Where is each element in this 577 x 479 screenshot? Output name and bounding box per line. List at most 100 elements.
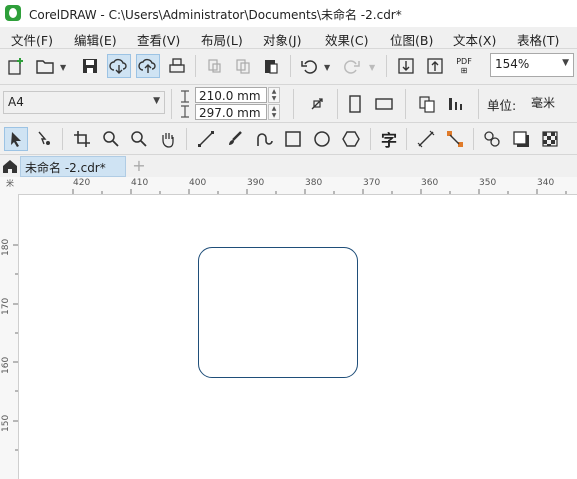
tab-document[interactable]: 未命名 -2.cdr* bbox=[20, 156, 126, 177]
publish-pdf-icon[interactable]: PDF ⊞ bbox=[452, 54, 476, 78]
menu-layout[interactable]: 布局(L) bbox=[201, 30, 243, 49]
menu-view[interactable]: 查看(V) bbox=[137, 30, 180, 49]
pdf-label: PDF bbox=[456, 57, 472, 66]
separator bbox=[290, 55, 291, 77]
property-bar: A4 ▼ 210.0 mm ▲ ▼ 297.0 mm ▲ ▼ 单位: 毫米 bbox=[0, 85, 577, 123]
redo-icon[interactable] bbox=[340, 54, 364, 78]
cut-icon[interactable] bbox=[203, 54, 227, 78]
separator bbox=[293, 89, 294, 119]
undo-icon[interactable] bbox=[297, 54, 321, 78]
zoom-level: 154% bbox=[495, 57, 530, 71]
home-icon[interactable] bbox=[2, 158, 18, 174]
menu-text[interactable]: 文本(X) bbox=[453, 30, 496, 49]
ellipse-tool-icon[interactable] bbox=[310, 127, 334, 151]
title-bar: CorelDRAW - C:\Users\Administrator\Docum… bbox=[0, 0, 577, 27]
polygon-tool-icon[interactable] bbox=[339, 127, 363, 151]
freehand-tool-icon[interactable] bbox=[194, 127, 218, 151]
menu-bitmaps[interactable]: 位图(B) bbox=[390, 30, 433, 49]
menu-edit[interactable]: 编辑(E) bbox=[74, 30, 117, 49]
menu-table[interactable]: 表格(T) bbox=[517, 30, 559, 49]
page-size-value: A4 bbox=[8, 95, 24, 109]
pen-tool-icon[interactable] bbox=[252, 127, 276, 151]
horizontal-ruler[interactable]: 米 420 410 400 390 380 370 360 350 340 bbox=[0, 177, 577, 195]
height-spinner[interactable]: ▲ ▼ bbox=[268, 104, 280, 120]
separator bbox=[337, 89, 338, 119]
transparency-tool-icon[interactable] bbox=[538, 127, 562, 151]
ruler-corner-label: 米 bbox=[6, 179, 14, 188]
ruler-label: 410 bbox=[131, 178, 149, 188]
open-dropdown-icon[interactable]: ▼ bbox=[60, 63, 66, 72]
page-height-field[interactable]: 297.0 mm bbox=[195, 104, 267, 120]
menu-effects[interactable]: 效果(C) bbox=[325, 30, 368, 49]
menu-bar: 文件(F) 编辑(E) 查看(V) 布局(L) 对象(J) 效果(C) 位图(B… bbox=[0, 27, 577, 49]
chevron-down-icon[interactable]: ▼ bbox=[153, 96, 160, 106]
page-width-value: 210.0 mm bbox=[199, 89, 261, 103]
all-pages-icon[interactable] bbox=[415, 92, 439, 116]
landscape-icon[interactable] bbox=[372, 92, 396, 116]
ruler-label: 340 bbox=[537, 178, 555, 188]
separator bbox=[386, 55, 387, 77]
pan-tool-icon[interactable] bbox=[156, 127, 180, 151]
chevron-down-icon[interactable]: ▼ bbox=[562, 58, 569, 68]
connector-tool-icon[interactable] bbox=[443, 127, 467, 151]
drop-shadow-icon[interactable] bbox=[509, 127, 533, 151]
vertical-ruler[interactable]: 180 170 160 150 bbox=[0, 194, 19, 479]
units-value: 毫米 bbox=[531, 96, 556, 110]
shape-tool-icon[interactable] bbox=[32, 127, 56, 151]
coreldraw-logo-icon bbox=[5, 5, 21, 21]
ruler-label: 390 bbox=[247, 178, 265, 188]
separator bbox=[186, 128, 187, 150]
separator bbox=[195, 55, 196, 77]
rounded-rectangle-shape[interactable] bbox=[198, 247, 358, 378]
units-select[interactable]: 毫米 bbox=[527, 91, 577, 114]
menu-file[interactable]: 文件(F) bbox=[11, 30, 53, 49]
zoom-tool-icon[interactable] bbox=[99, 127, 123, 151]
document-tab-bar: 未命名 -2.cdr* + bbox=[0, 155, 577, 177]
print-icon[interactable] bbox=[165, 54, 189, 78]
zoom-combo[interactable]: 154% ▼ bbox=[490, 53, 574, 77]
ruler-label: 370 bbox=[363, 178, 381, 188]
copy-icon[interactable] bbox=[231, 54, 255, 78]
ruler-label: 380 bbox=[305, 178, 323, 188]
export-icon[interactable] bbox=[423, 54, 447, 78]
separator bbox=[405, 89, 406, 119]
import-icon[interactable] bbox=[394, 54, 418, 78]
new-document-icon[interactable] bbox=[4, 54, 28, 78]
separator bbox=[171, 89, 172, 119]
window-title: CorelDRAW - C:\Users\Administrator\Docum… bbox=[29, 8, 402, 22]
page-size-select[interactable]: A4 ▼ bbox=[3, 91, 165, 114]
zoom-out-icon[interactable] bbox=[127, 127, 151, 151]
menu-object[interactable]: 对象(J) bbox=[263, 30, 301, 49]
ruler-label: 350 bbox=[479, 178, 497, 188]
pick-tool-icon[interactable] bbox=[4, 127, 28, 151]
ruler-label: 160 bbox=[1, 356, 11, 374]
width-spinner[interactable]: ▲ ▼ bbox=[268, 87, 280, 103]
cloud-upload-icon[interactable] bbox=[136, 54, 160, 78]
open-folder-icon[interactable] bbox=[33, 54, 57, 78]
portrait-icon[interactable] bbox=[343, 92, 367, 116]
standard-toolbar: ▼ ▼ ▼ PDF ⊞ 154% ▼ bbox=[0, 49, 577, 85]
undo-dropdown-icon[interactable]: ▼ bbox=[324, 63, 330, 72]
cloud-download-icon[interactable] bbox=[107, 54, 131, 78]
separator bbox=[406, 128, 407, 150]
size-to-page-icon[interactable] bbox=[305, 92, 329, 116]
separator bbox=[473, 128, 474, 150]
current-page-icon[interactable] bbox=[444, 92, 468, 116]
page-width-field[interactable]: 210.0 mm bbox=[195, 87, 267, 103]
tab-document-label: 未命名 -2.cdr* bbox=[25, 161, 106, 175]
crop-tool-icon[interactable] bbox=[70, 127, 94, 151]
separator bbox=[478, 89, 479, 119]
rectangle-tool-icon[interactable] bbox=[281, 127, 305, 151]
add-tab-button[interactable]: + bbox=[130, 156, 148, 176]
text-tool-icon[interactable]: 字 bbox=[377, 127, 401, 151]
ruler-label: 400 bbox=[189, 178, 207, 188]
save-icon[interactable] bbox=[78, 54, 102, 78]
units-label: 单位: bbox=[487, 98, 517, 113]
blend-tool-icon[interactable] bbox=[480, 127, 504, 151]
artistic-media-icon[interactable] bbox=[223, 127, 247, 151]
parallel-dimension-icon[interactable] bbox=[414, 127, 438, 151]
ruler-label: 180 bbox=[1, 238, 11, 256]
redo-dropdown-icon[interactable]: ▼ bbox=[369, 63, 375, 72]
toolbox-row: 字 bbox=[0, 123, 577, 155]
paste-icon[interactable] bbox=[259, 54, 283, 78]
